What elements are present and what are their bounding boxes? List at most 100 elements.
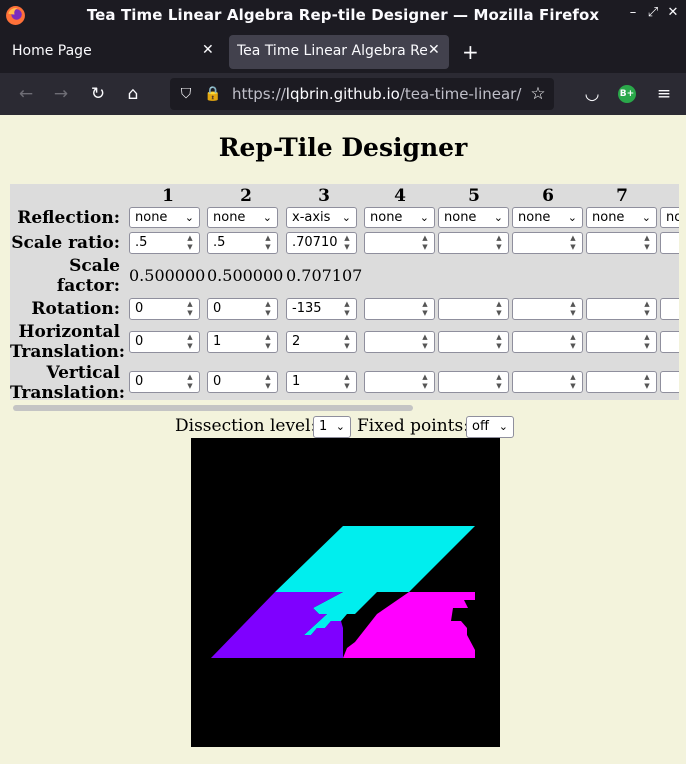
spinner-icon[interactable]: ▲ ▼ [342, 234, 352, 252]
vertical-translation-input[interactable]: ▲▼ [512, 371, 583, 393]
close-tab-icon[interactable]: ✕ [202, 42, 214, 58]
spinner-icon[interactable]: ▲ ▼ [185, 300, 195, 318]
bookmark-star-icon[interactable]: ☆ [528, 84, 548, 104]
close-tab-icon[interactable]: ✕ [428, 42, 440, 58]
scale-ratio-input[interactable]: ▲▼ [512, 232, 583, 254]
vertical-translation-input[interactable]: 0 ▲ ▼ [129, 371, 200, 393]
reflection-value: none [444, 210, 477, 225]
reflection-select[interactable]: none ⌄ [586, 207, 657, 228]
close-window-icon[interactable]: ✕ [663, 5, 683, 20]
spinner-icon[interactable]: ▲ ▼ [263, 333, 273, 351]
rotation-value: 0 [213, 301, 222, 316]
horizontal-translation-input[interactable]: ▲▼ [660, 331, 679, 353]
forward-icon[interactable]: → [51, 84, 71, 104]
horizontal-scrollbar[interactable] [13, 405, 413, 411]
menu-icon[interactable]: ≡ [654, 84, 674, 104]
scale-ratio-input[interactable]: .5 ▲ ▼ [129, 232, 200, 254]
reflection-select[interactable]: none ⌄ [207, 207, 278, 228]
spinner-icon[interactable]: ▲ ▼ [185, 333, 195, 351]
scale-ratio-input[interactable]: ▲▼ [586, 232, 657, 254]
horizontal-translation-input[interactable]: ▲▼ [586, 331, 657, 353]
scale-ratio-input[interactable]: ▲▼ [660, 232, 679, 254]
spinner-icon[interactable]: ▲ ▼ [494, 373, 504, 391]
pocket-icon[interactable]: ◡ [582, 84, 602, 104]
scale-ratio-input[interactable]: .70710 ▲ ▼ [286, 232, 357, 254]
horizontal-translation-input[interactable]: 2 ▲ ▼ [286, 331, 357, 353]
rotation-input[interactable]: ▲▼ [586, 298, 657, 320]
scale-ratio-input[interactable]: .5 ▲ ▼ [207, 232, 278, 254]
spinner-icon[interactable]: ▲ ▼ [263, 234, 273, 252]
scale-ratio-value: .5 [213, 235, 226, 250]
scale-ratio-input[interactable]: ▲▼ [364, 232, 435, 254]
rotation-input[interactable]: ▲▼ [512, 298, 583, 320]
spinner-icon[interactable]: ▲ ▼ [568, 234, 578, 252]
spinner-icon[interactable]: ▲ ▼ [568, 373, 578, 391]
rotation-input[interactable]: 0 ▲ ▼ [207, 298, 278, 320]
spinner-icon[interactable]: ▲ ▼ [642, 234, 652, 252]
vertical-translation-input[interactable]: ▲▼ [438, 371, 509, 393]
reflection-select[interactable]: none ⌄ [364, 207, 435, 228]
tab-home-page[interactable]: Home Page ✕ [4, 35, 226, 69]
spinner-icon[interactable]: ▲ ▼ [642, 300, 652, 318]
url-bar[interactable]: ⛉ 🔒 https://lqbrin.github.io/tea-time-li… [170, 78, 554, 110]
extension-badge-icon[interactable]: B+ [618, 85, 636, 103]
spinner-icon[interactable]: ▲ ▼ [494, 300, 504, 318]
vertical-translation-input[interactable]: 0 ▲ ▼ [207, 371, 278, 393]
minimize-icon[interactable]: – [623, 5, 643, 20]
spinner-icon[interactable]: ▲ ▼ [494, 333, 504, 351]
maximize-icon[interactable]: ⤢ [643, 5, 663, 20]
row-label-rotation: Rotation: [31, 299, 120, 319]
spinner-icon[interactable]: ▲ ▼ [263, 300, 273, 318]
spinner-icon[interactable]: ▲ ▼ [420, 333, 430, 351]
tab-rep-tile-designer[interactable]: Tea Time Linear Algebra Rep ✕ [229, 35, 449, 69]
scale-ratio-value: .5 [135, 235, 148, 250]
horizontal-translation-input[interactable]: 1 ▲ ▼ [207, 331, 278, 353]
spinner-icon[interactable]: ▲ ▼ [420, 300, 430, 318]
spinner-icon[interactable]: ▲ ▼ [420, 234, 430, 252]
horizontal-translation-input[interactable]: 0 ▲ ▼ [129, 331, 200, 353]
vertical-translation-input[interactable]: ▲▼ [364, 371, 435, 393]
vertical-translation-input[interactable]: ▲▼ [586, 371, 657, 393]
reflection-select[interactable]: none ⌄ [512, 207, 583, 228]
spinner-icon[interactable]: ▲ ▼ [185, 234, 195, 252]
back-icon[interactable]: ← [16, 84, 36, 104]
new-tab-icon[interactable]: + [462, 40, 479, 64]
spinner-icon[interactable]: ▲ ▼ [342, 333, 352, 351]
spinner-icon[interactable]: ▲ ▼ [342, 300, 352, 318]
lock-icon[interactable]: 🔒 [203, 84, 223, 104]
horizontal-translation-input[interactable]: ▲▼ [438, 331, 509, 353]
rep-tile-canvas[interactable] [191, 438, 500, 747]
vertical-translation-input[interactable]: ▲▼ [660, 371, 679, 393]
dissection-level-select[interactable]: 1 ⌄ [313, 416, 351, 438]
spinner-icon[interactable]: ▲ ▼ [568, 333, 578, 351]
rotation-input[interactable]: ▲▼ [660, 298, 679, 320]
horizontal-translation-input[interactable]: ▲▼ [512, 331, 583, 353]
spinner-icon[interactable]: ▲ ▼ [185, 373, 195, 391]
reload-icon[interactable]: ↻ [88, 84, 108, 104]
home-icon[interactable]: ⌂ [123, 84, 143, 104]
shield-icon[interactable]: ⛉ [176, 84, 196, 104]
scale-ratio-input[interactable]: ▲▼ [438, 232, 509, 254]
rotation-input[interactable]: 0 ▲ ▼ [129, 298, 200, 320]
spinner-icon[interactable]: ▲ ▼ [642, 333, 652, 351]
spinner-icon[interactable]: ▲ ▼ [642, 373, 652, 391]
reflection-select[interactable]: no⌄ [660, 207, 679, 228]
vertical-translation-input[interactable]: 1 ▲ ▼ [286, 371, 357, 393]
spinner-icon[interactable]: ▲ ▼ [494, 234, 504, 252]
horizontal-translation-input[interactable]: ▲▼ [364, 331, 435, 353]
spinner-icon[interactable]: ▲ ▼ [568, 300, 578, 318]
spinner-icon[interactable]: ▲ ▼ [342, 373, 352, 391]
reflection-select[interactable]: x-axis ⌄ [286, 207, 357, 228]
reflection-value: none [592, 210, 625, 225]
spinner-icon[interactable]: ▲ ▼ [263, 373, 273, 391]
vertical-translation-value: 1 [292, 374, 301, 389]
fixed-points-select[interactable]: off ⌄ [466, 416, 514, 438]
url-text[interactable]: https://lqbrin.github.io/tea-time-linear… [232, 85, 522, 103]
spinner-icon[interactable]: ▲ ▼ [420, 373, 430, 391]
reflection-select[interactable]: none ⌄ [129, 207, 200, 228]
reflection-select[interactable]: none ⌄ [438, 207, 509, 228]
rotation-input[interactable]: ▲▼ [364, 298, 435, 320]
rotation-input[interactable]: -135 ▲ ▼ [286, 298, 357, 320]
rotation-input[interactable]: ▲▼ [438, 298, 509, 320]
window-titlebar: Tea Time Linear Algebra Rep-tile Designe… [0, 0, 686, 31]
